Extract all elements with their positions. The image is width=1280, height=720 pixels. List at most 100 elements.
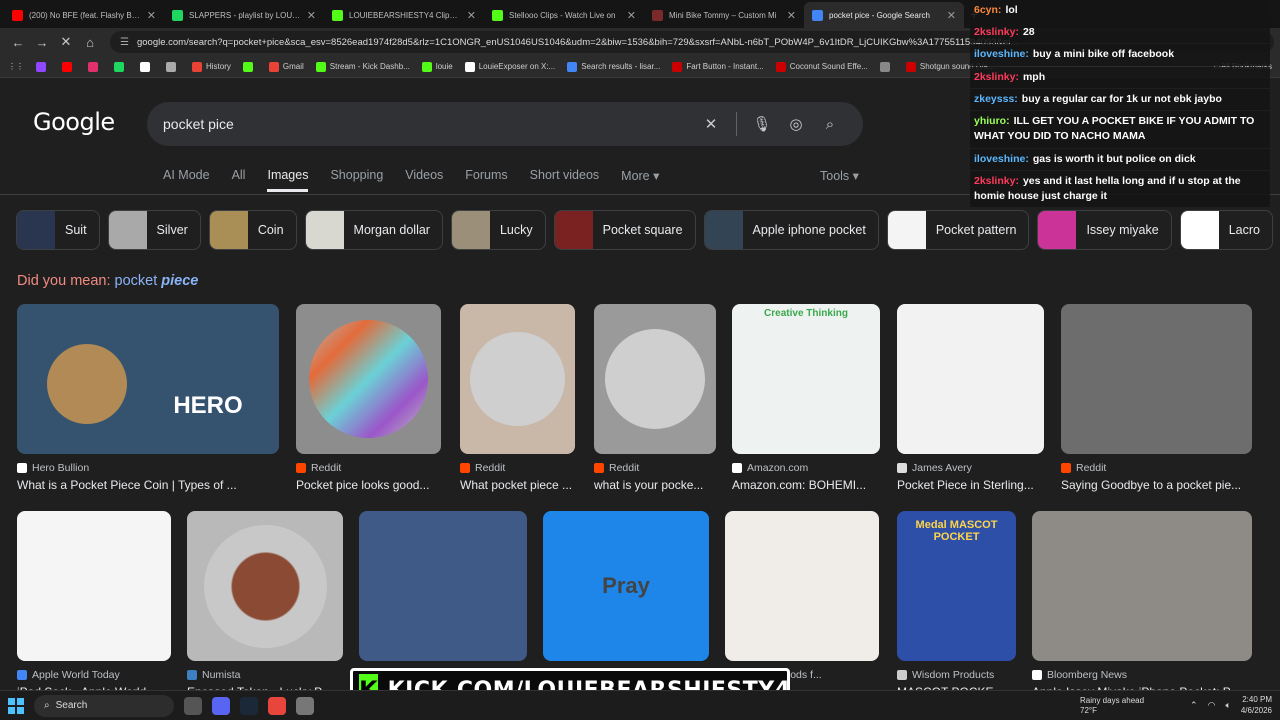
refine-chip[interactable]: Lucky [450, 210, 546, 250]
bookmark-item[interactable]: Coconut Sound Effe... [775, 61, 868, 72]
bookmark-item[interactable] [62, 61, 76, 72]
result-thumbnail[interactable]: HERO [17, 304, 279, 454]
result-thumbnail[interactable]: Medal MASCOT POCKET [897, 511, 1016, 661]
chevron-up-icon[interactable]: ⌃ [1190, 700, 1198, 711]
result-thumbnail[interactable] [460, 304, 575, 454]
image-result[interactable]: Medal MASCOT POCKETWisdom ProductsMASCOT… [897, 511, 1016, 699]
tab-shopping[interactable]: Shopping [330, 168, 383, 192]
refine-chip[interactable]: Silver [107, 210, 201, 250]
search-icon[interactable]: ⌕ [813, 116, 847, 133]
clear-icon[interactable]: ✕ [694, 115, 728, 133]
forward-icon[interactable]: → [30, 35, 54, 50]
refine-chip[interactable]: Coin [208, 210, 297, 250]
image-result[interactable]: James Avery Pocket Piece in Sterling... [897, 304, 1044, 492]
tab-close-icon[interactable]: ✕ [307, 9, 316, 22]
browser-tab[interactable]: SLAPPERS - playlist by LOU | Sp ✕ [164, 2, 324, 28]
result-thumbnail[interactable] [725, 511, 879, 661]
browser-tab[interactable]: Mini Bike Tommy – Custom Mi ✕ [644, 2, 804, 28]
image-result[interactable]: Bloomberg NewsApple Issey Miyake iPhone … [1032, 511, 1252, 699]
tools-button[interactable]: Tools ▾ [820, 168, 859, 183]
image-result[interactable]: Reddit Pocket pice looks good... [296, 304, 441, 492]
tab-close-icon[interactable]: ✕ [627, 9, 636, 22]
image-result[interactable]: Reddit what is your pocke... [594, 304, 716, 492]
refine-chip[interactable]: Suit [16, 210, 100, 250]
reload-icon[interactable]: ✕ [54, 34, 78, 50]
task-view-icon[interactable] [184, 696, 202, 715]
settings-icon[interactable] [296, 696, 314, 715]
bookmark-item[interactable] [242, 61, 257, 72]
bookmark-item[interactable]: Search results - lisar... [567, 61, 660, 72]
tab-close-icon[interactable]: ✕ [467, 9, 476, 22]
tab-all[interactable]: All [232, 168, 246, 192]
microphone-icon[interactable]: 🎙︎ [745, 115, 779, 133]
result-title[interactable]: what is your pocke... [594, 478, 716, 492]
lens-icon[interactable]: ◎ [779, 115, 813, 133]
tab-more[interactable]: More ▾ [621, 168, 659, 192]
result-title[interactable]: Amazon.com: BOHEMI... [732, 478, 880, 492]
image-result[interactable]: Pray [543, 511, 709, 661]
bookmark-item[interactable]: History [192, 61, 231, 72]
image-result[interactable]: Reddit Saying Goodbye to a pocket pie... [1061, 304, 1252, 492]
result-thumbnail[interactable] [359, 511, 527, 661]
tab-close-icon[interactable]: ✕ [147, 9, 156, 22]
back-icon[interactable]: ← [6, 35, 30, 50]
weather-widget[interactable]: Rainy days ahead 72°F [1080, 696, 1144, 715]
result-thumbnail[interactable] [1061, 304, 1252, 454]
image-result[interactable] [359, 511, 527, 661]
tab-forums[interactable]: Forums [465, 168, 507, 192]
google-logo[interactable]: Google [33, 108, 115, 136]
windows-start-icon[interactable] [8, 697, 24, 714]
tab-short-videos[interactable]: Short videos [530, 168, 599, 192]
tab-videos[interactable]: Videos [405, 168, 443, 192]
result-title[interactable]: Pocket pice looks good... [296, 478, 441, 492]
result-title[interactable]: What pocket piece ... [460, 478, 575, 492]
did-you-mean-link[interactable]: pocket piece [115, 273, 199, 289]
refine-chip[interactable]: Apple iphone pocket [703, 210, 879, 250]
clock[interactable]: 2:40 PM 4/6/2026 [1241, 695, 1272, 716]
search-input[interactable]: pocket pice [163, 116, 694, 132]
bookmark-item[interactable]: Stream - Kick Dashb... [315, 61, 410, 72]
bookmark-item[interactable]: Gmail [268, 61, 304, 72]
result-thumbnail[interactable] [1032, 511, 1252, 661]
tab-close-icon[interactable]: ✕ [787, 9, 796, 22]
wifi-icon[interactable]: ◠ [1208, 700, 1216, 711]
bookmark-item[interactable] [166, 61, 180, 72]
discord-icon[interactable] [212, 696, 230, 715]
taskbar-search[interactable]: ⌕ Search [34, 694, 174, 717]
image-result[interactable]: Creative Thinking Amazon.com Amazon.com: B… [732, 304, 880, 492]
browser-tab[interactable]: pocket pice - Google Search ✕ [804, 2, 964, 28]
tab-images[interactable]: Images [267, 168, 309, 192]
result-thumbnail[interactable]: Creative Thinking [732, 304, 880, 454]
home-icon[interactable]: ⌂ [78, 35, 102, 50]
bookmark-item[interactable] [140, 61, 154, 72]
steam-icon[interactable] [240, 696, 258, 715]
refine-chip[interactable]: Morgan dollar [304, 210, 443, 250]
bookmark-item[interactable] [88, 61, 102, 72]
tab-close-icon[interactable]: ✕ [947, 9, 956, 22]
image-result[interactable]: Reddit What pocket piece ... [460, 304, 575, 492]
result-thumbnail[interactable] [17, 511, 171, 661]
result-thumbnail[interactable] [296, 304, 441, 454]
bookmark-item[interactable]: LouieExposer on X:... [464, 61, 555, 72]
bookmark-item[interactable] [879, 61, 894, 72]
result-title[interactable]: Pocket Piece in Sterling... [897, 478, 1044, 492]
image-result[interactable]: HERO Hero Bullion What is a Pocket Piece C… [17, 304, 279, 492]
search-box[interactable]: pocket pice ✕ 🎙︎ ◎ ⌕ [147, 102, 863, 146]
bookmark-item[interactable]: louie [421, 61, 453, 72]
result-title[interactable]: What is a Pocket Piece Coin | Types of .… [17, 478, 279, 492]
result-thumbnail[interactable] [897, 304, 1044, 454]
chrome-icon[interactable] [268, 696, 286, 715]
apps-icon[interactable]: ⋮⋮ [8, 62, 24, 71]
tab-ai-mode[interactable]: AI Mode [163, 168, 210, 192]
result-thumbnail[interactable]: Pray [543, 511, 709, 661]
image-result[interactable]: Apple World TodayiPad Sock - Apple World… [17, 511, 171, 699]
bookmark-item[interactable] [36, 61, 50, 72]
result-thumbnail[interactable] [594, 304, 716, 454]
site-info-icon[interactable]: ☰ [120, 37, 129, 48]
result-title[interactable]: Saying Goodbye to a pocket pie... [1061, 478, 1252, 492]
result-thumbnail[interactable] [187, 511, 343, 661]
bookmark-item[interactable]: Fart Button - Instant... [672, 61, 764, 72]
browser-tab[interactable]: LOUIEBEARSHIESTY4 Clips - Wa ✕ [324, 2, 484, 28]
refine-chip[interactable]: Pocket square [553, 210, 696, 250]
browser-tab[interactable]: Stellooo Clips - Watch Live on ✕ [484, 2, 644, 28]
